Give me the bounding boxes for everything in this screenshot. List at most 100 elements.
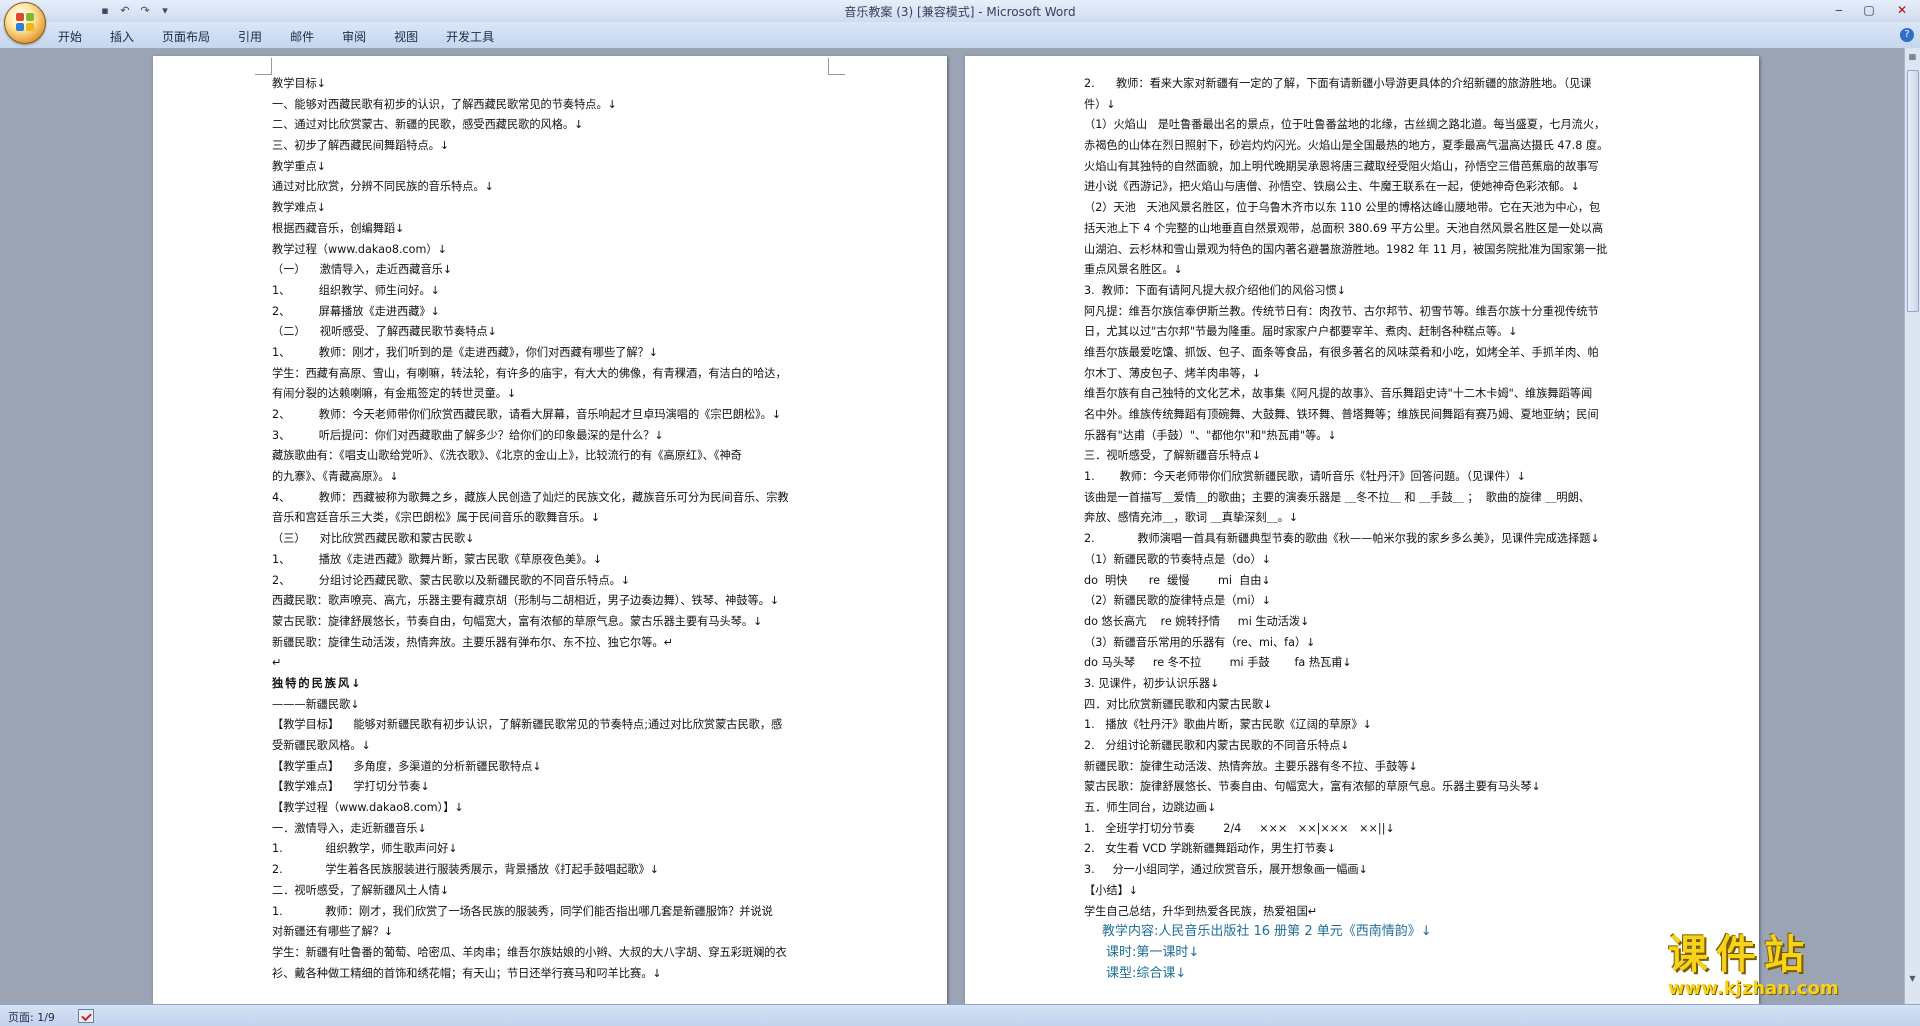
vertical-scrollbar[interactable]: ▦ ▼ xyxy=(1904,48,1920,1004)
text-line: 衫、戴各种做工精细的首饰和绣花帽；有天山；节日还举行赛马和叼羊比赛。↓ xyxy=(272,966,662,980)
text-line: 2、 教师：今天老师带你们欣赏西藏民歌，请看大屏幕，音乐响起才旦卓玛演唱的《宗巴… xyxy=(272,408,782,421)
text-line: 1. 教师：今天老师带你们欣赏新疆民歌，请听音乐《牡丹汗》回答问题。（见课件）↓ xyxy=(1084,470,1527,484)
text-line: 三．视听感受，了解新疆音乐特点↓ xyxy=(1084,449,1262,463)
text-line: 2. 学生着各民族服装进行服装秀展示，背景播放《打起手鼓唱起歌》↓ xyxy=(272,863,660,877)
text-line: 进小说《西游记》，把火焰山与唐僧、孙悟空、铁扇公主、牛魔王联系在一起，使她神奇色… xyxy=(1084,180,1581,194)
text-line: 【教学难点】 学打切分节奏↓ xyxy=(272,780,430,794)
text-line: 独特的民族风↓ xyxy=(272,676,363,690)
text-line: 1、 教师：刚才，我们听到的是《走进西藏》，你们对西藏有哪些了解？↓ xyxy=(272,345,659,359)
text-line: 【教学过程（www.dakao8.com）】↓ xyxy=(272,801,464,815)
text-line: 火焰山有其独特的自然面貌，加上明代晚期吴承恩将唐三藏取经受阻火焰山，孙悟空三借芭… xyxy=(1084,159,1599,173)
maximize-button[interactable]: ▢ xyxy=(1854,0,1884,20)
document-page-left[interactable]: 教学目标↓ 一、能够对西藏民歌有初步的认识，了解西藏民歌常见的节奏特点。↓ 二、通过… xyxy=(153,56,947,1004)
text-line: 新疆民歌：旋律生动活泼、热情奔放。主要乐器有冬不拉、手鼓等↓ xyxy=(1084,759,1418,773)
tab-home[interactable]: 开始 xyxy=(58,28,98,45)
text-line: （2）新疆民歌的旋律特点是（mi）↓ xyxy=(1084,594,1272,608)
text-line: 课型:综合课↓ xyxy=(1106,965,1187,981)
text-line: 的九寨》、《青藏高原》。↓ xyxy=(272,470,399,484)
text-line: 日，尤其以过"古尔邦"节最为隆重。届时家家户户都要宰羊、煮肉、赶制各种糕点等。↓ xyxy=(1084,325,1518,339)
text-line: 2、 分组讨论西藏民歌、蒙古民歌以及新疆民歌的不同音乐特点。↓ xyxy=(272,573,631,587)
page-count-status[interactable]: 页面: 1/9 xyxy=(8,1009,55,1025)
text-line: 件）↓ xyxy=(1084,97,1116,111)
text-line: 1. 组织教学，师生歌声问好↓ xyxy=(272,842,458,856)
minimize-button[interactable]: ‒ xyxy=(1824,0,1854,20)
text-line: 教学目标↓ xyxy=(272,77,327,90)
text-line: 二．视听感受，了解新疆风土人情↓ xyxy=(272,883,450,897)
text-line: 一、能够对西藏民歌有初步的认识，了解西藏民歌常见的节奏特点。↓ xyxy=(272,97,618,111)
ruler-toggle-icon[interactable]: ▦ xyxy=(1906,50,1919,64)
text-line: （2）天池 天池风景名胜区，位于乌鲁木齐市以东 110 公里的博格达峰山腰地带。… xyxy=(1084,201,1601,215)
text-line: 该曲是一首描写＿爱情＿的歌曲；主要的演奏乐器是 ＿冬不拉＿ 和 ＿手鼓＿ ； 歌… xyxy=(1084,490,1590,504)
text-line: 括天池上下 4 个完整的山地垂直自然景观带，总面积 380.69 平方公里。天池… xyxy=(1084,221,1604,235)
tab-mailings[interactable]: 邮件 xyxy=(290,28,330,45)
page-text-left: 教学目标↓ 一、能够对西藏民歌有初步的认识，了解西藏民歌常见的节奏特点。↓ 二、通过… xyxy=(272,74,832,984)
text-line: 新疆民歌：旋律生动活泼，热情奔放。主要乐器有弹布尔、东不拉、独它尔等。↵ xyxy=(272,635,673,649)
ribbon-tab-bar: 开始 插入 页面布局 引用 邮件 审阅 视图 开发工具 ? xyxy=(0,22,1920,49)
text-line: 3. 见课件，初步认识乐器↓ xyxy=(1084,676,1220,690)
text-line: 藏族歌曲有：《唱支山歌给党听》、《洗衣歌》、《北京的金山上》，比较流行的有《高原… xyxy=(272,449,742,463)
office-button[interactable] xyxy=(4,2,46,44)
tab-insert[interactable]: 插入 xyxy=(110,28,150,45)
tab-review[interactable]: 审阅 xyxy=(342,28,382,45)
text-line: 【小结】↓ xyxy=(1084,883,1139,897)
document-page-right[interactable]: 2. 教师：看来大家对新疆有一定的了解，下面有请新疆小导游更具体的介绍新疆的旅游… xyxy=(965,56,1759,1004)
text-line: 2、 屏幕播放《走进西藏》↓ xyxy=(272,304,441,318)
scrollbar-thumb[interactable] xyxy=(1907,70,1919,312)
text-line: 重点风景名胜区。↓ xyxy=(1084,263,1183,277)
text-line: 尔木丁、薄皮包子、烤羊肉串等，↓ xyxy=(1084,366,1262,380)
text-line: 山湖泊、云杉林和雪山景观为特色的国内著名避暑旅游胜地。1982 年 11 月，被… xyxy=(1084,242,1608,256)
help-icon[interactable]: ? xyxy=(1900,28,1914,42)
text-line: 4、 教师：西藏被称为歌舞之乡，藏族人民创造了灿烂的民族文化，藏族音乐可分为民间… xyxy=(272,490,789,504)
tab-references[interactable]: 引用 xyxy=(238,28,278,45)
close-button[interactable]: ✕ xyxy=(1884,0,1920,20)
text-line: 维吾尔族有自己独特的文化艺术，故事集《阿凡提的故事》、音乐舞蹈史诗"十二木卡姆"… xyxy=(1084,387,1593,401)
text-line: 1. 播放《牡丹汗》歌曲片断，蒙古民歌《辽阔的草原》↓ xyxy=(1084,718,1373,732)
text-line: 课时:第一课时↓ xyxy=(1106,944,1200,960)
text-line: 3. 分一小组同学，通过欣赏音乐，展开想象画一幅画↓ xyxy=(1084,863,1368,877)
text-line: （1）火焰山 是吐鲁番最出名的景点，位于吐鲁番盆地的北缘，古丝绸之路北道。每当盛… xyxy=(1084,118,1606,132)
text-line: 阿凡提：维吾尔族信奉伊斯兰教。传统节日有：肉孜节、古尔邦节、初雪节等。维吾尔族十… xyxy=(1084,304,1599,318)
watermark-title: 课件站 xyxy=(1668,932,1812,978)
text-line: 教学过程（www.dakao8.com）↓ xyxy=(272,242,447,256)
text-line: 【教学目标】 能够对新疆民歌有初步认识，了解新疆民歌常见的节奏特点;通过对比欣赏… xyxy=(272,718,783,732)
crop-mark xyxy=(828,58,845,75)
crop-mark xyxy=(255,58,272,75)
text-line: 蒙古民歌：旋律舒展悠长、节奏自由、句幅宽大，富有浓郁的草原气息。乐器主要有马头琴… xyxy=(1084,780,1541,794)
text-line: 通过对比欣赏，分辨不同民族的音乐特点。↓ xyxy=(272,180,494,194)
tab-view[interactable]: 视图 xyxy=(394,28,434,45)
text-line: do 马头琴 re 冬不拉 mi 手鼓 fa 热瓦甫↓ xyxy=(1084,656,1352,670)
text-line: 一．激情导入，走近新疆音乐↓ xyxy=(272,821,427,835)
text-line: 三、初步了解西藏民间舞蹈特点。↓ xyxy=(272,139,450,153)
text-line: 蒙古民歌：旋律舒展悠长，节奏自由，句幅宽大，富有浓郁的草原气息。蒙古乐器主要有马… xyxy=(272,614,763,628)
tab-developer[interactable]: 开发工具 xyxy=(446,28,510,45)
text-line: ↵ xyxy=(272,656,282,670)
tab-page-layout[interactable]: 页面布局 xyxy=(162,28,226,45)
text-line: 教学内容:人民音乐出版社 16 册第 2 单元《西南情韵》↓ xyxy=(1102,924,1432,940)
text-line: 学生：西藏有高原、雪山，有喇嘛，转法轮，有许多的庙宇，有大大的佛像，有青稞酒，有… xyxy=(272,366,787,380)
window-title: 音乐教案 (3) [兼容模式] - Microsoft Word xyxy=(844,5,1076,19)
text-line: 四．对比欣赏新疆民歌和内蒙古民歌↓ xyxy=(1084,697,1273,711)
text-line: 3、 听后提问：你们对西藏歌曲了解多少？给你们的印象最深的是什么？↓ xyxy=(272,428,664,442)
text-line: 根据西藏音乐，创编舞蹈↓ xyxy=(272,221,405,235)
text-line: 教学难点↓ xyxy=(272,201,327,215)
text-line: do 悠长高亢 re 婉转抒情 mi 生动活泼↓ xyxy=(1084,614,1310,628)
text-line: 1. 教师：刚才，我们欣赏了一场各民族的服装秀，同学们能否指出哪几套是新疆服饰？… xyxy=(272,904,773,918)
text-line: 1、 播放《走进西藏》歌舞片断，蒙古民歌《草原夜色美》。↓ xyxy=(272,552,603,566)
text-line: 2. 女生看 VCD 学跳新疆舞蹈动作，男生打节奏↓ xyxy=(1084,842,1337,856)
text-line: （1）新疆民歌的节奏特点是（do）↓ xyxy=(1084,552,1272,566)
text-line: 学生：新疆有吐鲁番的葡萄、哈密瓜、羊肉串；维吾尔族姑娘的小辫、大叔的大八字胡、穿… xyxy=(272,945,787,959)
text-line: 二、通过对比欣赏蒙古、新疆的民歌，感受西藏民歌的风格。↓ xyxy=(272,118,584,132)
text-line: 3. 教师：下面有请阿凡提大叔介绍他们的风俗习惯↓ xyxy=(1084,283,1347,297)
text-line: （二） 视听感受、了解西藏民歌节奏特点↓ xyxy=(272,325,497,339)
text-line: （3）新疆音乐常用的乐器有（re、mi、fa）↓ xyxy=(1084,635,1316,649)
text-line: 名中外。维族传统舞蹈有顶碗舞、大鼓舞、铁环舞、普塔舞等；维族民间舞蹈有赛乃姆、夏… xyxy=(1084,408,1599,421)
text-line: 西藏民歌：歌声嘹亮、高亢，乐器主要有藏京胡（形制与二胡相近，男子边奏边舞）、铁琴… xyxy=(272,594,780,608)
status-bar: 页面: 1/9 xyxy=(0,1004,1920,1026)
title-bar: ▪ ↶ ↷ ▾ 音乐教案 (3) [兼容模式] - Microsoft Word… xyxy=(0,0,1920,22)
proofing-icon[interactable] xyxy=(78,1009,94,1023)
window-controls: ‒ ▢ ✕ xyxy=(1824,0,1920,20)
text-line: 对新疆还有哪些了解？↓ xyxy=(272,925,394,939)
text-line: 2. 教师演唱一首具有新疆典型节奏的歌曲《秋——帕米尔我的家乡多么美》，见课件完… xyxy=(1084,532,1600,546)
text-line: 学生自己总结，升华到热爱各民族，热爱祖国↵ xyxy=(1084,904,1318,918)
text-line: 1、 组织教学、师生问好。↓ xyxy=(272,283,441,297)
